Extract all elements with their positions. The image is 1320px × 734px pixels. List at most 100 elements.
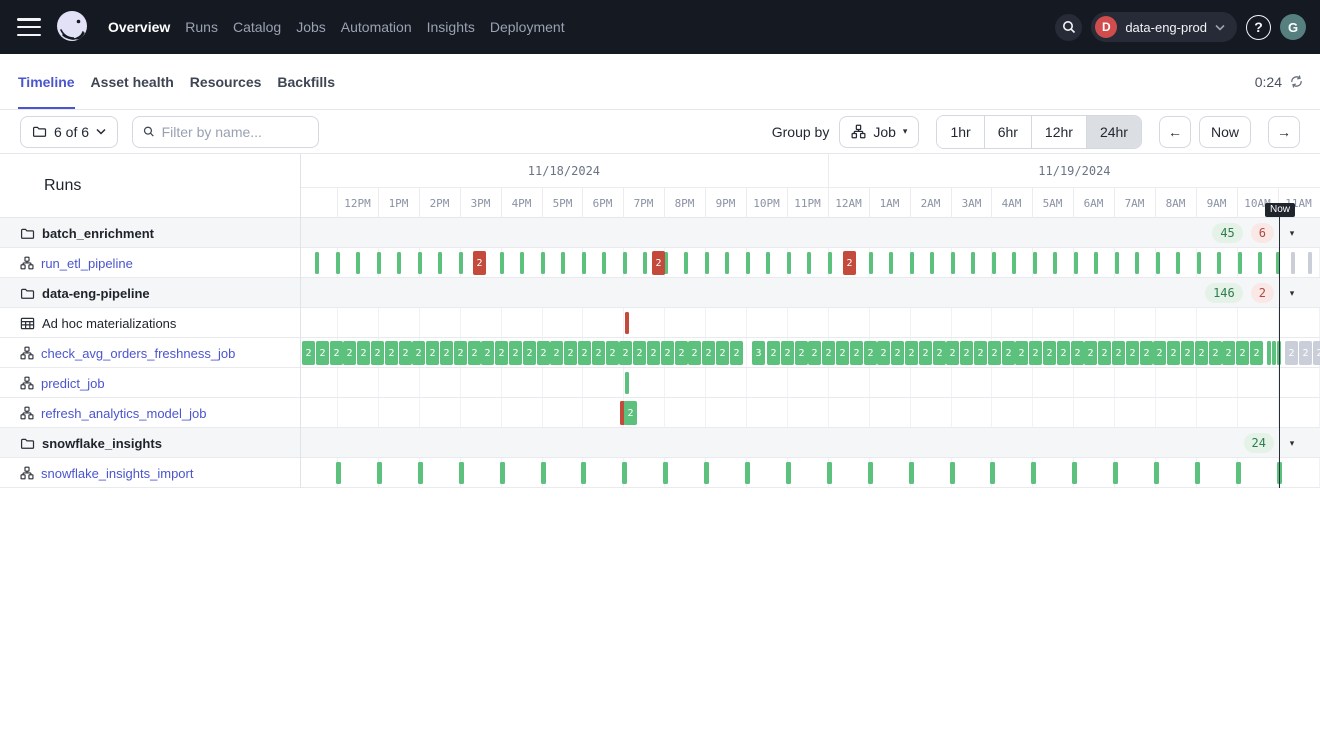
range-24hr[interactable]: 24hr [1086,116,1141,148]
group-by-button[interactable]: Job ▾ [839,116,919,148]
run-mark[interactable] [623,252,627,274]
run-mark[interactable] [971,252,975,274]
run-mark[interactable]: 2 [836,341,849,365]
run-mark[interactable] [625,312,629,334]
run-mark[interactable]: 2 [919,341,932,365]
run-mark[interactable]: 2 [564,341,577,365]
user-avatar[interactable]: G [1280,14,1306,40]
menu-icon[interactable] [17,18,41,36]
run-mark[interactable]: 2 [795,341,808,365]
run-mark[interactable]: 2 [468,341,481,365]
run-mark[interactable]: 2 [624,401,637,425]
run-mark[interactable]: 2 [974,341,987,365]
run-mark[interactable]: 2 [850,341,863,365]
run-mark[interactable]: 2 [357,341,370,365]
nav-item-deployment[interactable]: Deployment [490,19,565,35]
run-mark[interactable]: 2 [1222,341,1235,365]
run-mark[interactable] [766,252,770,274]
run-mark[interactable]: 2 [688,341,701,365]
run-mark[interactable]: 2 [652,251,665,275]
run-mark[interactable]: 2 [1153,341,1166,365]
run-mark[interactable]: 2 [702,341,715,365]
run-mark[interactable] [1272,341,1276,365]
run-mark[interactable] [418,252,422,274]
nav-item-automation[interactable]: Automation [341,19,412,35]
run-mark[interactable]: 2 [1098,341,1111,365]
run-mark[interactable]: 2 [822,341,835,365]
run-mark[interactable] [622,462,627,484]
run-mark[interactable]: 2 [426,341,439,365]
tab-resources[interactable]: Resources [190,54,262,109]
run-mark[interactable]: 2 [946,341,959,365]
run-mark[interactable] [1074,252,1078,274]
run-mark[interactable] [910,252,914,274]
run-mark[interactable]: 2 [808,341,821,365]
run-mark[interactable]: 2 [1181,341,1194,365]
run-mark[interactable] [868,462,873,484]
run-mark[interactable] [1308,252,1312,274]
run-mark[interactable] [356,252,360,274]
run-mark[interactable]: 2 [371,341,384,365]
row-label-predict-job[interactable]: predict_job [20,368,105,398]
run-mark[interactable]: 2 [399,341,412,365]
nav-item-catalog[interactable]: Catalog [233,19,281,35]
run-mark[interactable]: 2 [316,341,329,365]
tab-backfills[interactable]: Backfills [277,54,335,109]
run-mark[interactable] [315,252,319,274]
run-mark[interactable] [1135,252,1139,274]
run-mark[interactable]: 2 [302,341,315,365]
run-mark[interactable] [1072,462,1077,484]
run-mark[interactable] [625,372,629,394]
run-mark[interactable] [377,252,381,274]
run-mark[interactable] [1113,462,1118,484]
run-mark[interactable] [1115,252,1119,274]
scope-filter-button[interactable]: 6 of 6 [20,116,118,148]
run-mark[interactable] [500,462,505,484]
run-mark[interactable]: 2 [864,341,877,365]
run-mark[interactable] [459,252,463,274]
run-mark[interactable] [745,462,750,484]
run-mark[interactable] [541,462,546,484]
run-mark[interactable]: 2 [1209,341,1222,365]
run-mark[interactable] [990,462,995,484]
run-mark[interactable] [704,462,709,484]
row-label-run-etl-pipeline[interactable]: run_etl_pipeline [20,248,133,278]
nav-item-insights[interactable]: Insights [427,19,475,35]
run-mark[interactable] [643,252,647,274]
run-mark[interactable] [909,462,914,484]
run-mark[interactable] [746,252,750,274]
run-mark[interactable] [1012,252,1016,274]
run-mark[interactable] [520,252,524,274]
run-mark[interactable]: 2 [988,341,1001,365]
run-mark[interactable] [582,252,586,274]
run-mark[interactable] [1291,252,1295,274]
row-expand-caret-icon[interactable]: ▾ [1284,218,1300,248]
run-mark[interactable]: 2 [730,341,743,365]
tab-timeline[interactable]: Timeline [18,54,75,109]
run-mark[interactable] [951,252,955,274]
run-mark[interactable]: 2 [1126,341,1139,365]
run-mark[interactable]: 2 [1084,341,1097,365]
run-mark[interactable]: 2 [550,341,563,365]
timeline-now-button[interactable]: Now [1199,116,1251,148]
run-mark[interactable] [1236,462,1241,484]
run-mark[interactable]: 2 [343,341,356,365]
timeline-prev-button[interactable]: ← [1159,116,1191,148]
run-mark[interactable]: 2 [1140,341,1153,365]
run-mark[interactable] [1176,252,1180,274]
run-mark[interactable] [1094,252,1098,274]
run-mark[interactable]: 2 [1195,341,1208,365]
row-expand-caret-icon[interactable]: ▾ [1284,278,1300,308]
run-mark[interactable]: 2 [1112,341,1125,365]
run-mark[interactable]: 2 [960,341,973,365]
run-mark[interactable] [1156,252,1160,274]
run-mark[interactable] [1195,462,1200,484]
run-mark[interactable] [397,252,401,274]
run-mark[interactable]: 2 [933,341,946,365]
row-label-refresh-analytics-model-job[interactable]: refresh_analytics_model_job [20,398,206,428]
run-mark[interactable] [1154,462,1159,484]
run-mark[interactable]: 2 [523,341,536,365]
run-mark[interactable]: 2 [1167,341,1180,365]
run-mark[interactable] [684,252,688,274]
nav-item-overview[interactable]: Overview [108,19,170,35]
